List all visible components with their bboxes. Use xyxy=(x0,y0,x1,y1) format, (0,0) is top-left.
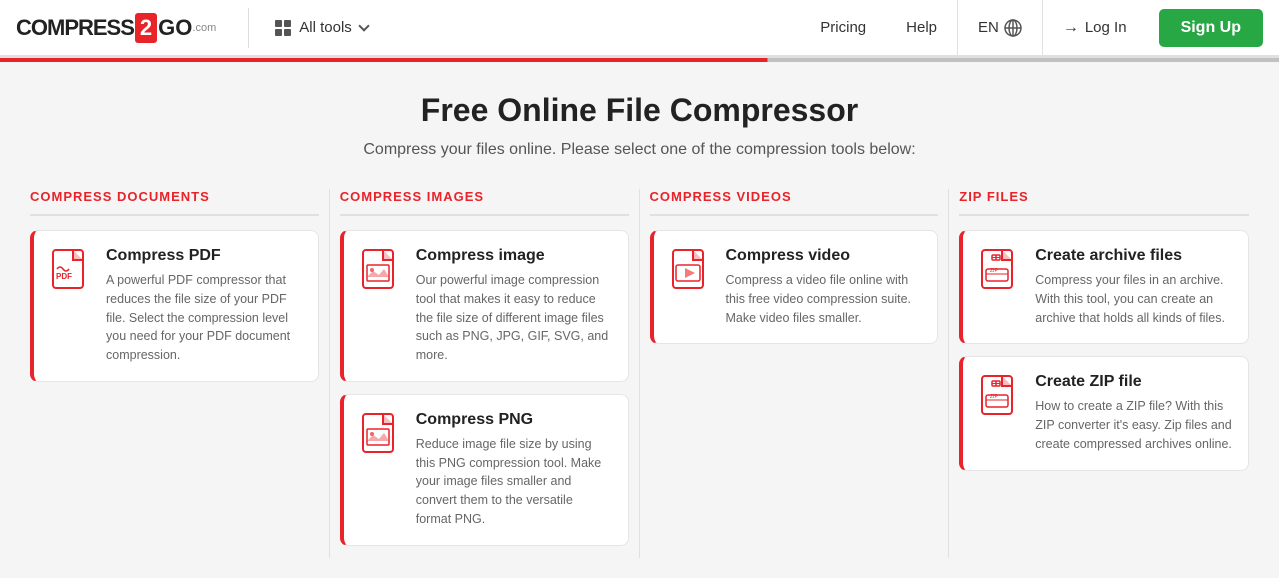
column-header-images: COMPRESS IMAGES xyxy=(340,189,629,216)
column-header-videos: COMPRESS VIDEOS xyxy=(650,189,939,216)
globe-icon xyxy=(1004,19,1022,37)
archive-icon: ZIP xyxy=(979,247,1021,297)
card-compress-video[interactable]: Compress video Compress a video file onl… xyxy=(650,230,939,344)
nav-help[interactable]: Help xyxy=(886,0,957,57)
card-title-create-zip: Create ZIP file xyxy=(1035,373,1232,391)
card-title-compress-image: Compress image xyxy=(416,247,612,265)
page-title: Free Online File Compressor xyxy=(20,92,1259,129)
columns: COMPRESS DOCUMENTS PDF Compress PDF A po… xyxy=(20,189,1259,558)
signup-button[interactable]: Sign Up xyxy=(1159,9,1263,47)
header-nav: Pricing Help xyxy=(800,0,957,57)
card-desc-compress-png: Reduce image file size by using this PNG… xyxy=(416,435,612,529)
lang-button[interactable]: EN xyxy=(957,0,1043,57)
card-desc-compress-image: Our powerful image compression tool that… xyxy=(416,271,612,365)
grid-icon xyxy=(275,20,291,36)
all-tools-label: All tools xyxy=(299,19,352,36)
lang-label: EN xyxy=(978,19,999,36)
header-divider xyxy=(248,8,249,48)
column-header-zip: ZIP FILES xyxy=(959,189,1249,216)
card-desc-compress-pdf: A powerful PDF compressor that reduces t… xyxy=(106,271,302,365)
column-documents: COMPRESS DOCUMENTS PDF Compress PDF A po… xyxy=(20,189,330,558)
logo-com: .com xyxy=(192,22,216,34)
logo-go: GO xyxy=(158,15,192,41)
video-icon xyxy=(670,247,712,297)
logo[interactable]: COMPRESS 2 GO .com xyxy=(16,13,216,43)
card-title-compress-video: Compress video xyxy=(726,247,922,265)
column-zip: ZIP FILES ZIP Crea xyxy=(949,189,1259,558)
card-title-compress-pdf: Compress PDF xyxy=(106,247,302,265)
card-desc-create-archive: Compress your files in an archive. With … xyxy=(1035,271,1232,327)
column-header-documents: COMPRESS DOCUMENTS xyxy=(30,189,319,216)
svg-text:ZIP: ZIP xyxy=(990,268,998,274)
logo-compress: COMPRESS xyxy=(16,15,134,41)
card-desc-create-zip: How to create a ZIP file? With this ZIP … xyxy=(1035,397,1232,453)
svg-text:ZIP: ZIP xyxy=(990,394,998,400)
logo-2: 2 xyxy=(135,13,157,43)
image-icon xyxy=(360,247,402,297)
card-create-archive[interactable]: ZIP Create archive files Compress your f… xyxy=(959,230,1249,344)
page-subtitle: Compress your files online. Please selec… xyxy=(20,141,1259,159)
chevron-down-icon xyxy=(358,20,369,31)
zip-icon: ZIP xyxy=(979,373,1021,423)
card-compress-image[interactable]: Compress image Our powerful image compre… xyxy=(340,230,629,382)
login-label: Log In xyxy=(1085,19,1127,36)
column-videos: COMPRESS VIDEOS Compress video Compress … xyxy=(640,189,950,558)
all-tools-button[interactable]: All tools xyxy=(265,13,378,42)
card-desc-compress-video: Compress a video file online with this f… xyxy=(726,271,922,327)
card-compress-png[interactable]: Compress PNG Reduce image file size by u… xyxy=(340,394,629,546)
login-icon: → xyxy=(1063,19,1079,37)
card-title-create-archive: Create archive files xyxy=(1035,247,1232,265)
png-icon xyxy=(360,411,402,461)
column-images: COMPRESS IMAGES Compress image Our power… xyxy=(330,189,640,558)
login-button[interactable]: → Log In xyxy=(1043,0,1147,57)
card-create-zip[interactable]: ZIP Create ZIP file How to create a ZIP … xyxy=(959,356,1249,470)
card-compress-pdf[interactable]: PDF Compress PDF A powerful PDF compress… xyxy=(30,230,319,382)
pdf-icon: PDF xyxy=(50,247,92,297)
card-title-compress-png: Compress PNG xyxy=(416,411,612,429)
nav-pricing[interactable]: Pricing xyxy=(800,0,886,57)
svg-text:PDF: PDF xyxy=(56,272,72,281)
main: Free Online File Compressor Compress you… xyxy=(0,62,1279,578)
header: COMPRESS 2 GO .com All tools Pricing Hel… xyxy=(0,0,1279,58)
